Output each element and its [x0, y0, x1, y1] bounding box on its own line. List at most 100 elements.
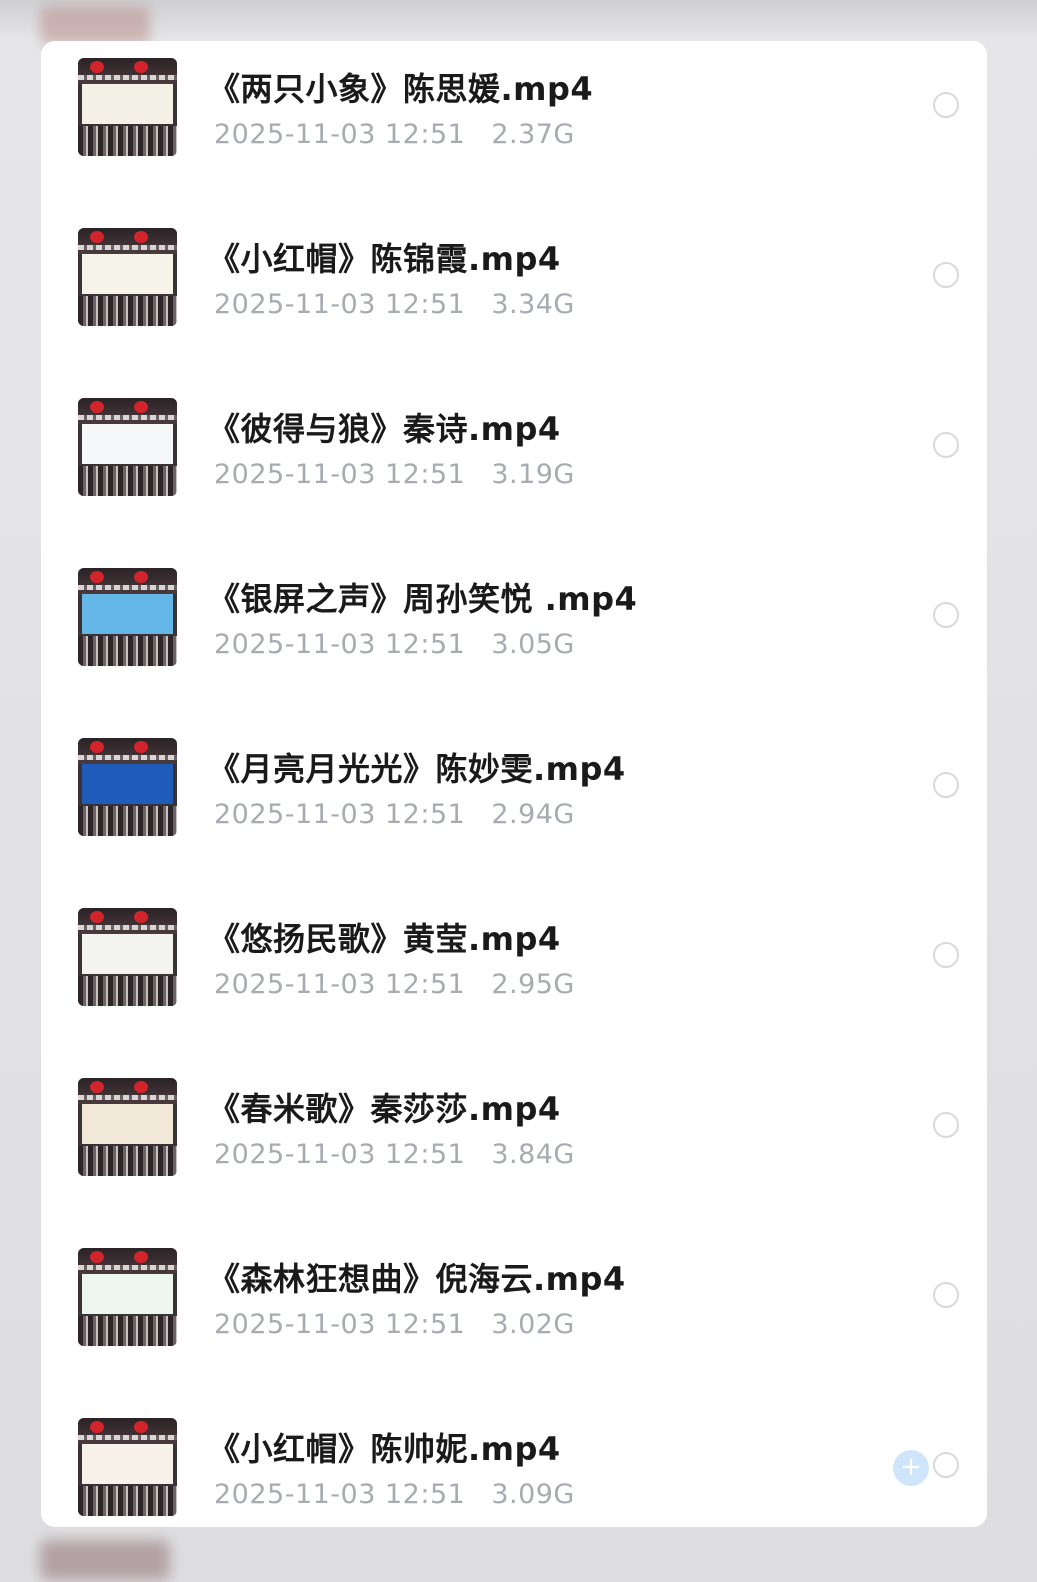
file-name[interactable]: 《春米歌》秦莎莎.mp4: [208, 1084, 561, 1130]
file-name[interactable]: 《小红帽》陈帅妮.mp4: [208, 1424, 561, 1470]
file-date: 2025-11-03 12:51: [214, 459, 466, 490]
file-meta: 2025-11-03 12:51 3.09G: [214, 1479, 575, 1510]
file-list-item[interactable]: 《春米歌》秦莎莎.mp4 2025-11-03 12:51 3.84G: [41, 1061, 987, 1231]
performers-graphic: [78, 1146, 177, 1176]
lantern-graphic: [134, 401, 148, 413]
file-date: 2025-11-03 12:51: [214, 289, 466, 320]
file-list-item[interactable]: 《小红帽》陈帅妮.mp4 2025-11-03 12:51 3.09G: [41, 1401, 987, 1527]
blurred-background-element: [40, 1540, 170, 1580]
file-list-item[interactable]: 《银屏之声》周孙笑悦 .mp4 2025-11-03 12:51 3.05G: [41, 551, 987, 721]
file-name[interactable]: 《银屏之声》周孙笑悦 .mp4: [208, 574, 637, 620]
stage-screen: [82, 1104, 173, 1144]
file-date: 2025-11-03 12:51: [214, 969, 466, 1000]
file-date: 2025-11-03 12:51: [214, 1139, 466, 1170]
select-radio[interactable]: [933, 1282, 959, 1308]
file-date: 2025-11-03 12:51: [214, 629, 466, 660]
file-list-item[interactable]: 《两只小象》陈思媛.mp4 2025-11-03 12:51 2.37G: [41, 41, 987, 211]
lantern-graphic: [90, 1421, 104, 1433]
file-meta: 2025-11-03 12:51 3.19G: [214, 459, 575, 490]
stage-screen: [82, 1274, 173, 1314]
file-list: 《两只小象》陈思媛.mp4 2025-11-03 12:51 2.37G 《小红帽…: [41, 41, 987, 1527]
lantern-graphic: [90, 1081, 104, 1093]
video-thumbnail[interactable]: [78, 1418, 177, 1516]
file-name[interactable]: 《彼得与狼》秦诗.mp4: [208, 404, 561, 450]
lantern-graphic: [134, 1081, 148, 1093]
file-size: 3.02G: [491, 1309, 575, 1340]
performers-graphic: [78, 806, 177, 836]
select-radio[interactable]: [933, 432, 959, 458]
file-date: 2025-11-03 12:51: [214, 1479, 466, 1510]
performers-graphic: [78, 126, 177, 156]
file-list-item[interactable]: 《悠扬民歌》黄莹.mp4 2025-11-03 12:51 2.95G: [41, 891, 987, 1061]
performers-graphic: [78, 296, 177, 326]
lantern-graphic: [134, 1421, 148, 1433]
file-name[interactable]: 《两只小象》陈思媛.mp4: [208, 64, 593, 110]
stage-screen: [82, 764, 173, 804]
lantern-graphic: [134, 61, 148, 73]
stage-screen: [82, 424, 173, 464]
select-radio[interactable]: [933, 262, 959, 288]
file-meta: 2025-11-03 12:51 2.95G: [214, 969, 575, 1000]
stage-screen: [82, 934, 173, 974]
lantern-graphic: [90, 231, 104, 243]
performers-graphic: [78, 1486, 177, 1516]
select-radio[interactable]: [933, 942, 959, 968]
file-date: 2025-11-03 12:51: [214, 799, 466, 830]
file-list-item[interactable]: 《月亮月光光》陈妙雯.mp4 2025-11-03 12:51 2.94G: [41, 721, 987, 891]
stage-screen: [82, 84, 173, 124]
select-radio[interactable]: [933, 92, 959, 118]
file-list-item[interactable]: 《森林狂想曲》倪海云.mp4 2025-11-03 12:51 3.02G: [41, 1231, 987, 1401]
file-size: 2.94G: [491, 799, 575, 830]
video-thumbnail[interactable]: [78, 228, 177, 326]
lantern-graphic: [90, 1251, 104, 1263]
file-name[interactable]: 《月亮月光光》陈妙雯.mp4: [208, 744, 626, 790]
lantern-graphic: [90, 401, 104, 413]
file-size: 3.09G: [491, 1479, 575, 1510]
stage-screen: [82, 1444, 173, 1484]
lantern-graphic: [134, 231, 148, 243]
video-thumbnail[interactable]: [78, 908, 177, 1006]
file-meta: 2025-11-03 12:51 3.34G: [214, 289, 575, 320]
file-meta: 2025-11-03 12:51 3.02G: [214, 1309, 575, 1340]
file-name[interactable]: 《悠扬民歌》黄莹.mp4: [208, 914, 561, 960]
video-thumbnail[interactable]: [78, 738, 177, 836]
lantern-graphic: [90, 911, 104, 923]
video-thumbnail[interactable]: [78, 1078, 177, 1176]
select-radio[interactable]: [933, 1452, 959, 1478]
plus-icon[interactable]: +: [893, 1450, 929, 1486]
file-size: 3.34G: [491, 289, 575, 320]
file-size: 2.37G: [491, 119, 575, 150]
file-size: 3.19G: [491, 459, 575, 490]
file-name[interactable]: 《森林狂想曲》倪海云.mp4: [208, 1254, 626, 1300]
file-list-item[interactable]: 《小红帽》陈锦霞.mp4 2025-11-03 12:51 3.34G: [41, 211, 987, 381]
blurred-background-element: [40, 6, 150, 44]
stage-screen: [82, 254, 173, 294]
file-meta: 2025-11-03 12:51 2.94G: [214, 799, 575, 830]
file-date: 2025-11-03 12:51: [214, 1309, 466, 1340]
video-thumbnail[interactable]: [78, 58, 177, 156]
file-size: 3.05G: [491, 629, 575, 660]
lantern-graphic: [134, 741, 148, 753]
performers-graphic: [78, 1316, 177, 1346]
lantern-graphic: [134, 1251, 148, 1263]
select-radio[interactable]: [933, 772, 959, 798]
stage-screen: [82, 594, 173, 634]
lantern-graphic: [90, 61, 104, 73]
performers-graphic: [78, 636, 177, 666]
video-thumbnail[interactable]: [78, 398, 177, 496]
select-radio[interactable]: [933, 602, 959, 628]
file-list-item[interactable]: 《彼得与狼》秦诗.mp4 2025-11-03 12:51 3.19G: [41, 381, 987, 551]
file-date: 2025-11-03 12:51: [214, 119, 466, 150]
file-name[interactable]: 《小红帽》陈锦霞.mp4: [208, 234, 561, 280]
file-size: 2.95G: [491, 969, 575, 1000]
performers-graphic: [78, 976, 177, 1006]
file-meta: 2025-11-03 12:51 3.84G: [214, 1139, 575, 1170]
video-thumbnail[interactable]: [78, 1248, 177, 1346]
select-radio[interactable]: [933, 1112, 959, 1138]
performers-graphic: [78, 466, 177, 496]
lantern-graphic: [90, 741, 104, 753]
lantern-graphic: [134, 911, 148, 923]
file-meta: 2025-11-03 12:51 2.37G: [214, 119, 575, 150]
file-meta: 2025-11-03 12:51 3.05G: [214, 629, 575, 660]
video-thumbnail[interactable]: [78, 568, 177, 666]
